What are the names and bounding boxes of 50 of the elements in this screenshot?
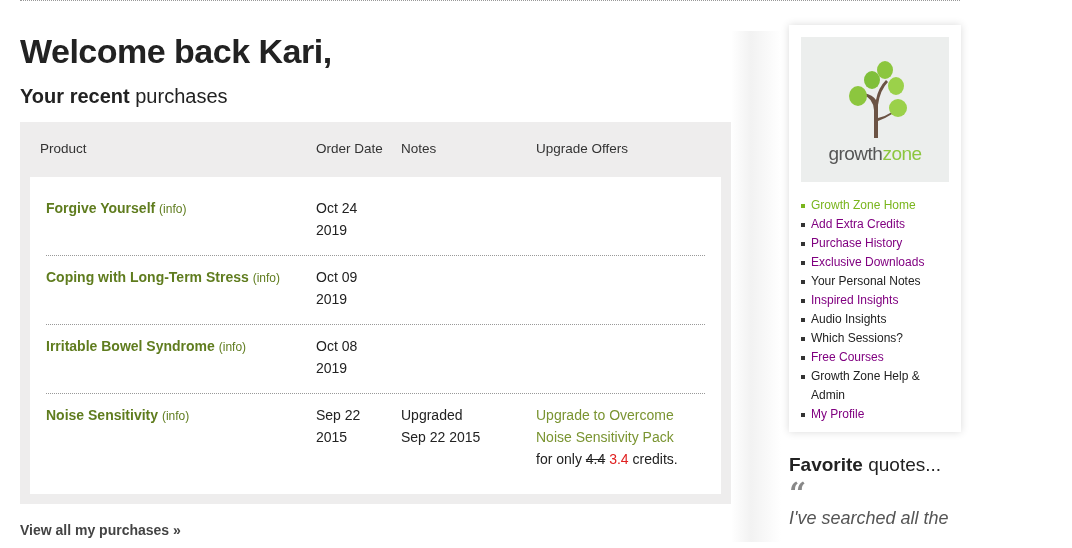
sidebar-link[interactable]: Exclusive Downloads (811, 253, 925, 272)
quote-text: I've searched all the (789, 506, 950, 530)
column-header: Order Date (316, 141, 383, 157)
bullet-icon (801, 280, 805, 284)
sidebar-link[interactable]: My Profile (811, 405, 865, 424)
bullet-icon (801, 356, 805, 360)
bullet-icon (801, 204, 805, 208)
offer-text: for only (536, 450, 582, 467)
sidebar-link[interactable]: Free Courses (811, 348, 884, 367)
product-link[interactable]: Irritable Bowel Syndrome (46, 337, 215, 354)
sidebar-link[interactable]: Audio Insights (811, 310, 887, 329)
order-date: Oct 09 2019 (316, 268, 358, 307)
bullet-icon (801, 337, 805, 341)
order-date: Oct 24 2019 (316, 199, 358, 238)
product-link[interactable]: Coping with Long-Term Stress (46, 268, 249, 285)
sidebar-link[interactable]: Purchase History (811, 234, 903, 253)
info-link[interactable]: (info) (161, 408, 190, 423)
order-note: Upgraded Sep 22 2015 (401, 406, 481, 445)
column-header: Product (40, 141, 87, 157)
quote-mark: “ (789, 482, 808, 505)
info-link[interactable]: (info) (218, 339, 247, 354)
view-all-link[interactable]: View all my purchases » (20, 519, 181, 541)
bullet-icon (801, 223, 805, 227)
product-link[interactable]: Forgive Yourself (46, 199, 156, 216)
section-heading: Your recent purchases (20, 83, 229, 108)
sidebar-link[interactable]: Growth Zone Help & Admin (811, 367, 949, 405)
bullet-icon (801, 318, 805, 322)
new-price: 3.4 (609, 450, 629, 467)
column-header: Upgrade Offers (536, 141, 629, 157)
info-link[interactable]: (info) (159, 201, 187, 216)
product-link[interactable]: Noise Sensitivity (46, 406, 159, 423)
sidebar-link[interactable]: Add Extra Credits (811, 215, 906, 234)
order-date: Sep 22 2015 (316, 406, 361, 445)
order-date: Oct 08 2019 (316, 337, 358, 376)
old-price: 4.4 (585, 450, 606, 467)
quotes-heading: Favorite quotes... (789, 454, 943, 477)
logo-text: growthzone (828, 141, 922, 166)
bullet-icon (801, 413, 805, 417)
upgrade-link[interactable]: Upgrade to Overcome Noise Sensitivity Pack (536, 403, 704, 448)
page-heading: Welcome back Kari, (20, 31, 333, 72)
bullet-icon (801, 261, 805, 265)
bullet-icon (801, 242, 805, 246)
column-header: Notes (401, 141, 437, 157)
sidebar-link[interactable]: Inspired Insights (811, 291, 899, 310)
sidebar-link[interactable]: Your Personal Notes (811, 272, 921, 291)
info-link[interactable]: (info) (252, 270, 280, 285)
sidebar-link[interactable]: Which Sessions? (811, 329, 904, 348)
bullet-icon (801, 375, 805, 379)
bullet-icon (801, 299, 805, 303)
offer-text: credits. (632, 450, 678, 467)
